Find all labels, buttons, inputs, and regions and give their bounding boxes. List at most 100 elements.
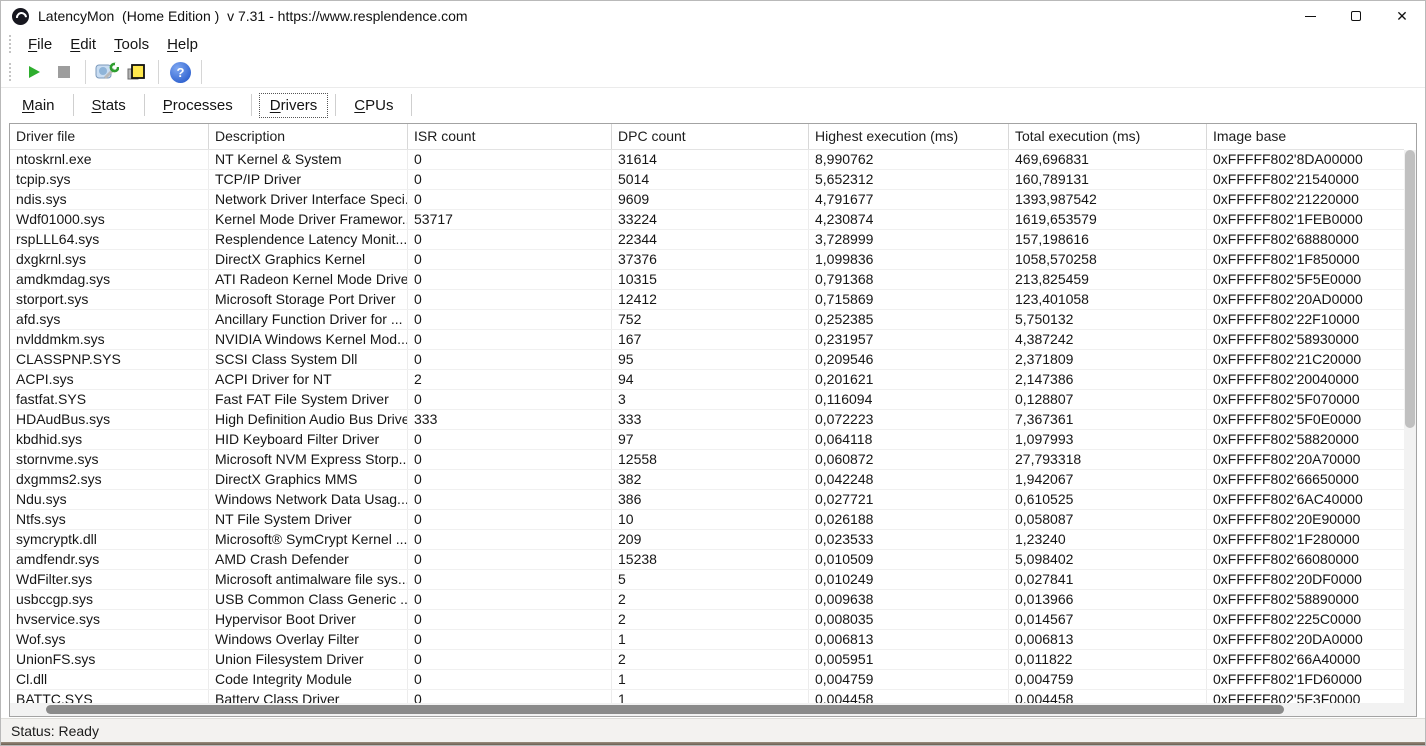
tab-stats[interactable]: Stats bbox=[81, 93, 137, 118]
table-row[interactable]: UnionFS.sys Union Filesystem Driver 0 2 … bbox=[10, 650, 1404, 670]
table-row[interactable]: amdkmdag.sys ATI Radeon Kernel Mode Driv… bbox=[10, 270, 1404, 290]
table-row[interactable]: HDAudBus.sys High Definition Audio Bus D… bbox=[10, 410, 1404, 430]
table-row[interactable]: Ndu.sys Windows Network Data Usag... 0 3… bbox=[10, 490, 1404, 510]
cell-image-base: 0xFFFFF802'68880000 bbox=[1207, 230, 1404, 249]
column-header-driver-file[interactable]: Driver file bbox=[10, 124, 209, 149]
cell-driver-file: HDAudBus.sys bbox=[10, 410, 209, 429]
table-row[interactable]: fastfat.SYS Fast FAT File System Driver … bbox=[10, 390, 1404, 410]
tab-separator bbox=[73, 94, 74, 116]
table-row[interactable]: amdfendr.sys AMD Crash Defender 0 15238 … bbox=[10, 550, 1404, 570]
table-row[interactable]: dxgmms2.sys DirectX Graphics MMS 0 382 0… bbox=[10, 470, 1404, 490]
column-header-image-base[interactable]: Image base bbox=[1207, 124, 1404, 149]
cell-driver-file: Wdf01000.sys bbox=[10, 210, 209, 229]
table-row[interactable]: usbccgp.sys USB Common Class Generic ...… bbox=[10, 590, 1404, 610]
menu-edit[interactable]: Edit bbox=[61, 34, 105, 55]
table-row[interactable]: rspLLL64.sys Resplendence Latency Monit.… bbox=[10, 230, 1404, 250]
column-header-description[interactable]: Description bbox=[209, 124, 408, 149]
table-row[interactable]: BATTC.SYS Battery Class Driver 0 1 0,004… bbox=[10, 690, 1404, 703]
status-text: Status: Ready bbox=[11, 723, 99, 739]
cell-isr-count: 0 bbox=[408, 690, 612, 703]
cell-total-execution: 0,004458 bbox=[1009, 690, 1207, 703]
cell-driver-file: fastfat.SYS bbox=[10, 390, 209, 409]
tab-processes[interactable]: Processes bbox=[152, 93, 244, 118]
column-header-total-execution[interactable]: Total execution (ms) bbox=[1009, 124, 1207, 149]
tab-main[interactable]: Main bbox=[11, 93, 66, 118]
menu-help[interactable]: Help bbox=[158, 34, 207, 55]
horizontal-scrollbar-thumb[interactable] bbox=[46, 705, 1284, 714]
cell-description: Windows Network Data Usag... bbox=[209, 490, 408, 509]
copy-pages-icon bbox=[126, 62, 148, 82]
table-row[interactable]: ntoskrnl.exe NT Kernel & System 0 31614 … bbox=[10, 150, 1404, 170]
minimize-icon bbox=[1305, 16, 1316, 17]
minimize-button[interactable] bbox=[1287, 1, 1333, 31]
cell-description: HID Keyboard Filter Driver bbox=[209, 430, 408, 449]
cell-image-base: 0xFFFFF802'5F0E0000 bbox=[1207, 410, 1404, 429]
table-row[interactable]: Wof.sys Windows Overlay Filter 0 1 0,006… bbox=[10, 630, 1404, 650]
cell-dpc-count: 2 bbox=[612, 650, 809, 669]
cell-image-base: 0xFFFFF802'8DA00000 bbox=[1207, 150, 1404, 169]
table-row[interactable]: Ntfs.sys NT File System Driver 0 10 0,02… bbox=[10, 510, 1404, 530]
table-row[interactable]: storport.sys Microsoft Storage Port Driv… bbox=[10, 290, 1404, 310]
cell-isr-count: 0 bbox=[408, 450, 612, 469]
menu-file[interactable]: File bbox=[19, 34, 61, 55]
cell-description: NVIDIA Windows Kernel Mod... bbox=[209, 330, 408, 349]
cell-dpc-count: 1 bbox=[612, 630, 809, 649]
table-row[interactable]: symcryptk.dll Microsoft® SymCrypt Kernel… bbox=[10, 530, 1404, 550]
toolbar-separator bbox=[158, 60, 159, 84]
table-row[interactable]: dxgkrnl.sys DirectX Graphics Kernel 0 37… bbox=[10, 250, 1404, 270]
help-button[interactable]: ? bbox=[165, 59, 195, 85]
cell-description: Resplendence Latency Monit... bbox=[209, 230, 408, 249]
table-row[interactable]: nvlddmkm.sys NVIDIA Windows Kernel Mod..… bbox=[10, 330, 1404, 350]
menu-tools[interactable]: Tools bbox=[105, 34, 158, 55]
vertical-scrollbar[interactable] bbox=[1404, 150, 1416, 703]
cell-driver-file: Ndu.sys bbox=[10, 490, 209, 509]
cell-isr-count: 0 bbox=[408, 670, 612, 689]
table-row[interactable]: WdFilter.sys Microsoft antimalware file … bbox=[10, 570, 1404, 590]
table-row[interactable]: afd.sys Ancillary Function Driver for ..… bbox=[10, 310, 1404, 330]
column-header-isr-count[interactable]: ISR count bbox=[408, 124, 612, 149]
stop-monitor-button[interactable] bbox=[49, 59, 79, 85]
copy-report-button[interactable] bbox=[122, 59, 152, 85]
cell-description: Network Driver Interface Speci... bbox=[209, 190, 408, 209]
horizontal-scrollbar[interactable] bbox=[10, 703, 1404, 716]
cell-image-base: 0xFFFFF802'5F070000 bbox=[1207, 390, 1404, 409]
cell-total-execution: 2,147386 bbox=[1009, 370, 1207, 389]
table-row[interactable]: kbdhid.sys HID Keyboard Filter Driver 0 … bbox=[10, 430, 1404, 450]
play-icon bbox=[26, 64, 42, 80]
table-row[interactable]: CLASSPNP.SYS SCSI Class System Dll 0 95 … bbox=[10, 350, 1404, 370]
cell-isr-count: 0 bbox=[408, 430, 612, 449]
cell-total-execution: 0,004759 bbox=[1009, 670, 1207, 689]
drivers-table: Driver file Description ISR count DPC co… bbox=[9, 123, 1417, 717]
cell-highest-execution: 0,010249 bbox=[809, 570, 1009, 589]
cell-driver-file: kbdhid.sys bbox=[10, 430, 209, 449]
start-monitor-button[interactable] bbox=[19, 59, 49, 85]
cell-highest-execution: 0,201621 bbox=[809, 370, 1009, 389]
cell-dpc-count: 1 bbox=[612, 670, 809, 689]
maximize-button[interactable] bbox=[1333, 1, 1379, 31]
column-header-dpc-count[interactable]: DPC count bbox=[612, 124, 809, 149]
cell-dpc-count: 22344 bbox=[612, 230, 809, 249]
vertical-scrollbar-thumb[interactable] bbox=[1405, 150, 1415, 428]
table-row[interactable]: stornvme.sys Microsoft NVM Express Storp… bbox=[10, 450, 1404, 470]
tab-drivers[interactable]: Drivers bbox=[259, 93, 329, 118]
column-header-highest-execution[interactable]: Highest execution (ms) bbox=[809, 124, 1009, 149]
table-row[interactable]: Wdf01000.sys Kernel Mode Driver Framewor… bbox=[10, 210, 1404, 230]
cell-image-base: 0xFFFFF802'22F10000 bbox=[1207, 310, 1404, 329]
close-button[interactable]: ✕ bbox=[1379, 1, 1425, 31]
tab-cpus[interactable]: CPUs bbox=[343, 93, 404, 118]
table-row[interactable]: ACPI.sys ACPI Driver for NT 2 94 0,20162… bbox=[10, 370, 1404, 390]
cell-description: TCP/IP Driver bbox=[209, 170, 408, 189]
cell-driver-file: Ntfs.sys bbox=[10, 510, 209, 529]
table-row[interactable]: hvservice.sys Hypervisor Boot Driver 0 2… bbox=[10, 610, 1404, 630]
cell-total-execution: 160,789131 bbox=[1009, 170, 1207, 189]
cell-image-base: 0xFFFFF802'1F280000 bbox=[1207, 530, 1404, 549]
table-row[interactable]: Cl.dll Code Integrity Module 0 1 0,00475… bbox=[10, 670, 1404, 690]
table-row[interactable]: tcpip.sys TCP/IP Driver 0 5014 5,652312 … bbox=[10, 170, 1404, 190]
options-button[interactable] bbox=[92, 59, 122, 85]
table-row[interactable]: ndis.sys Network Driver Interface Speci.… bbox=[10, 190, 1404, 210]
cell-total-execution: 1619,653579 bbox=[1009, 210, 1207, 229]
cell-dpc-count: 5014 bbox=[612, 170, 809, 189]
cell-highest-execution: 4,791677 bbox=[809, 190, 1009, 209]
cell-highest-execution: 0,006813 bbox=[809, 630, 1009, 649]
toolbar-separator bbox=[85, 60, 86, 84]
